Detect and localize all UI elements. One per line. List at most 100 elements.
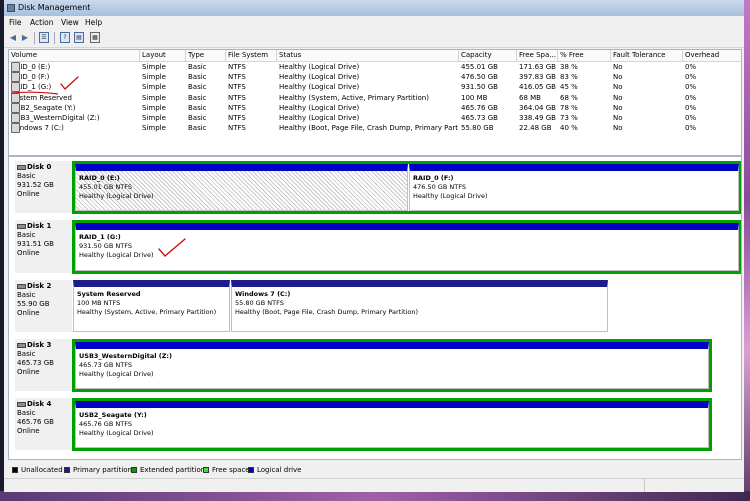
extended-partition: USB3_WesternDigital (Z:) 465.73 GB NTFS …	[72, 339, 712, 392]
cell-volume: RAID_0 (F:)	[11, 72, 139, 83]
properties-icon[interactable]: ▦	[90, 32, 100, 43]
hard-disk-icon	[17, 401, 26, 407]
partition-size: 931.50 GB NTFS	[79, 242, 132, 250]
volume-row[interactable]: Windows 7 (C:) Simple Basic NTFS Healthy (Bo…	[9, 123, 741, 134]
column-layout[interactable]: Layout	[140, 50, 186, 61]
partition-raid1-g[interactable]: RAID_1 (G:) 931.50 GB NTFS Healthy (Logi…	[75, 223, 739, 271]
legend-swatch	[248, 467, 254, 473]
cell-capacity: 465.73 GB	[461, 114, 498, 122]
cell-file-system: NTFS	[228, 103, 246, 112]
cell-layout: Simple	[142, 83, 166, 92]
console-view-icon[interactable]: ☰	[39, 32, 49, 43]
legend-item: Extended partition	[131, 464, 205, 476]
disk-type: Basic	[17, 409, 36, 417]
disk-2-label[interactable]: Disk 2 Basic 55.90 GB Online	[15, 280, 72, 332]
cell-fault-tolerance: No	[613, 114, 623, 122]
partition-windows7-c[interactable]: Windows 7 (C:) 55.80 GB NTFS Healthy (Bo…	[231, 280, 608, 332]
menu-view[interactable]: View	[61, 16, 79, 29]
column-capacity[interactable]: Capacity	[459, 50, 517, 61]
cell-file-system: NTFS	[228, 63, 246, 71]
cell-free-space: 397.83 GB	[519, 73, 556, 82]
volume-row[interactable]: RAID_0 (F:) Simple Basic NTFS Healthy (Logic…	[9, 72, 741, 83]
volume-row[interactable]: System Reserved Simple Basic NTFS Healthy (S…	[9, 92, 741, 103]
cell-status: Healthy (Logical Drive)	[279, 114, 360, 122]
cell-percent-free: 40 %	[560, 124, 578, 133]
help-icon[interactable]: ?	[60, 32, 70, 43]
cell-type: Basic	[188, 114, 207, 122]
column-type[interactable]: Type	[186, 50, 226, 61]
hard-disk-icon	[17, 164, 26, 170]
extended-partition: USB2_Seagate (Y:) 465.76 GB NTFS Healthy…	[72, 398, 712, 451]
cell-status: Healthy (Logical Drive)	[279, 73, 360, 82]
legend: Unallocated Primary partition Extended p…	[8, 464, 742, 476]
cell-overhead: 0%	[685, 73, 697, 82]
disk-4-label[interactable]: Disk 4 Basic 465.76 GB Online	[15, 398, 72, 450]
menu-file[interactable]: File	[9, 16, 22, 29]
legend-item: Primary partition	[64, 464, 132, 476]
cell-fault-tolerance: No	[613, 83, 623, 92]
cell-free-space: 171.63 GB	[519, 63, 556, 71]
disk-size: 55.90 GB	[17, 300, 50, 308]
cell-volume: USB3_WesternDigital (Z:)	[11, 113, 139, 123]
volume-list-header: Volume Layout Type File System Status Ca…	[9, 50, 741, 62]
cell-layout: Simple	[142, 93, 166, 102]
column-percent-free[interactable]: % Free	[558, 50, 611, 61]
toolbar-separator	[54, 32, 55, 44]
volume-icon	[11, 102, 20, 113]
partition-raid0-e[interactable]: RAID_0 (E:) 455.01 GB NTFS Healthy (Logi…	[75, 164, 408, 211]
partition-name: Windows 7 (C:)	[235, 290, 291, 298]
column-volume[interactable]: Volume	[9, 50, 140, 61]
back-arrow-icon[interactable]: ◀	[8, 32, 18, 43]
extended-partition: RAID_0 (E:) 455.01 GB NTFS Healthy (Logi…	[72, 161, 741, 214]
column-file-system[interactable]: File System	[226, 50, 277, 61]
cell-fault-tolerance: No	[613, 103, 623, 112]
cell-overhead: 0%	[685, 124, 697, 133]
cell-fault-tolerance: No	[613, 124, 623, 133]
legend-item: Logical drive	[248, 464, 301, 476]
details-view-icon[interactable]: ▤	[74, 32, 84, 43]
partition-raid0-f[interactable]: RAID_0 (F:) 476.50 GB NTFS Healthy (Logi…	[409, 164, 739, 211]
partition-name: RAID_0 (F:)	[413, 174, 454, 182]
disk-0-label[interactable]: Disk 0 Basic 931.52 GB Online	[15, 161, 72, 213]
cell-volume: Windows 7 (C:)	[11, 123, 139, 134]
cell-capacity: 55.80 GB	[461, 124, 494, 133]
volume-row[interactable]: USB2_Seagate (Y:) Simple Basic NTFS Healthy …	[9, 102, 741, 113]
cell-overhead: 0%	[685, 63, 697, 71]
cell-file-system: NTFS	[228, 124, 246, 133]
volume-icon	[11, 62, 20, 72]
disk-1-label[interactable]: Disk 1 Basic 931.51 GB Online	[15, 220, 72, 273]
disk-size: 465.73 GB	[17, 359, 54, 367]
volume-name: System Reserved	[11, 93, 72, 102]
column-free-space[interactable]: Free Spa...	[517, 50, 558, 61]
volume-row[interactable]: RAID_0 (E:) Simple Basic NTFS Healthy (Logic…	[9, 62, 741, 72]
partition-usb3-westerndigital-z[interactable]: USB3_WesternDigital (Z:) 465.73 GB NTFS …	[75, 342, 709, 389]
cell-free-space: 22.48 GB	[519, 124, 552, 133]
menu-help[interactable]: Help	[85, 16, 102, 29]
partition-system-reserved[interactable]: System Reserved 100 MB NTFS Healthy (Sys…	[73, 280, 230, 332]
partition-name: RAID_1 (G:)	[79, 233, 121, 241]
cell-percent-free: 68 %	[560, 93, 578, 102]
column-status[interactable]: Status	[277, 50, 459, 61]
volume-row[interactable]: USB3_WesternDigital (Z:) Simple Basic NTFS H…	[9, 113, 741, 123]
cell-type: Basic	[188, 103, 207, 112]
partition-usb2-seagate-y[interactable]: USB2_Seagate (Y:) 465.76 GB NTFS Healthy…	[75, 401, 709, 448]
partition-size: 100 MB NTFS	[77, 299, 121, 307]
cell-type: Basic	[188, 83, 207, 92]
disk-3-label[interactable]: Disk 3 Basic 465.73 GB Online	[15, 339, 72, 391]
column-fault-tolerance[interactable]: Fault Tolerance	[611, 50, 683, 61]
column-overhead[interactable]: Overhead	[683, 50, 741, 61]
window-title: Disk Management	[18, 3, 91, 12]
volume-row[interactable]: RAID_1 (G:) Simple Basic NTFS Healthy (Logic…	[9, 82, 741, 93]
cell-file-system: NTFS	[228, 83, 246, 92]
menu-action[interactable]: Action	[30, 16, 54, 29]
partition-status: Healthy (Logical Drive)	[79, 429, 154, 437]
forward-arrow-icon[interactable]: ▶	[20, 32, 30, 43]
volume-icon	[11, 123, 20, 134]
cell-capacity: 455.01 GB	[461, 63, 498, 71]
cell-volume: RAID_1 (G:)	[11, 82, 139, 93]
cell-fault-tolerance: No	[613, 63, 623, 71]
cell-status: Healthy (System, Active, Primary Partiti…	[279, 93, 429, 102]
title-bar[interactable]: Disk Management	[4, 0, 744, 16]
legend-swatch	[131, 467, 137, 473]
disk-graphical-view: Disk 0 Basic 931.52 GB Online RAID_0 (E:…	[8, 156, 742, 460]
